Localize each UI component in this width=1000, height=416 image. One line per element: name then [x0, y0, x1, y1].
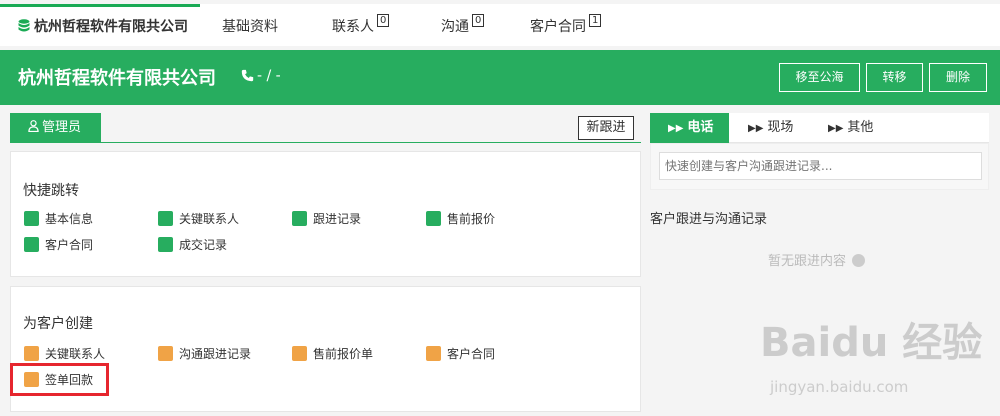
- quick-jump-label: 跟进记录: [313, 212, 362, 226]
- highlight-box: [10, 363, 109, 396]
- quick-create-input[interactable]: [659, 152, 982, 180]
- quick-jump-card: 快捷跳转 基本信息 关键联系人 跟进记录 售前报价 客户合同 成交记录: [10, 151, 641, 277]
- tab-onsite[interactable]: ▶▶ 现场: [748, 113, 793, 143]
- quick-create-box: [650, 143, 989, 190]
- top-tab-bar: 杭州哲程软件有限共公司 基础资料 联系人 0 沟通 0 客户合同 1: [0, 0, 1000, 46]
- quick-jump-customer-contract[interactable]: 客户合同: [24, 237, 93, 253]
- create-label: 售前报价单: [313, 347, 374, 361]
- tab-onsite-label: 现场: [767, 120, 794, 135]
- send-icon: [292, 211, 307, 226]
- watermark-logo: Baidu 经验: [760, 320, 983, 366]
- tab-contracts-label: 客户合同: [530, 19, 586, 35]
- tab-phone-label: 电话: [687, 120, 714, 135]
- quick-jump-deal-records[interactable]: 成交记录: [158, 237, 227, 253]
- follow-type-tab-bar: ▶▶ 电话 ▶▶ 现场 ▶▶ 其他: [650, 113, 989, 143]
- phone-text: - / -: [257, 68, 281, 84]
- send-icon: [24, 211, 39, 226]
- tab-contacts[interactable]: 联系人 0: [332, 4, 390, 46]
- plus-icon: [158, 346, 173, 361]
- quick-jump-basic-info[interactable]: 基本信息: [24, 211, 93, 227]
- owner-tab-bar: 管理员 新跟进: [10, 113, 641, 143]
- send-icon: [24, 237, 39, 252]
- send-icon: [158, 211, 173, 226]
- create-for-customer-title: 为客户创建: [23, 316, 93, 332]
- new-follow-button[interactable]: 新跟进: [578, 116, 634, 140]
- contacts-count-badge: 0: [377, 14, 390, 27]
- database-icon: [18, 19, 30, 32]
- quick-jump-follow-records[interactable]: 跟进记录: [292, 211, 361, 227]
- create-label: 客户合同: [447, 347, 496, 361]
- send-icon: [158, 237, 173, 252]
- phone-info: - / -: [241, 68, 281, 84]
- empty-state-text: 暂无跟进内容: [768, 254, 847, 269]
- arrow-circle-icon: [852, 254, 866, 267]
- tab-owner-admin[interactable]: 管理员: [10, 113, 101, 143]
- quick-jump-label: 关键联系人: [179, 212, 240, 226]
- tab-other[interactable]: ▶▶ 其他: [828, 113, 873, 143]
- transfer-button[interactable]: 转移: [866, 63, 923, 92]
- tab-basic-info-label: 基础资料: [222, 19, 278, 35]
- quick-jump-key-contacts[interactable]: 关键联系人: [158, 211, 239, 227]
- create-communication-record[interactable]: 沟通跟进记录: [158, 346, 251, 362]
- tab-communication[interactable]: 沟通 0: [441, 4, 485, 46]
- owner-tab-label: 管理员: [42, 120, 82, 135]
- move-to-pool-button[interactable]: 移至公海: [779, 63, 860, 92]
- quick-jump-title: 快捷跳转: [23, 183, 79, 199]
- tab-basic-info[interactable]: 基础资料: [222, 4, 278, 46]
- send-icon: [426, 211, 441, 226]
- tab-communication-label: 沟通: [441, 19, 469, 35]
- plus-icon: [426, 346, 441, 361]
- user-icon: [28, 120, 39, 133]
- fast-forward-icon: ▶▶: [748, 123, 764, 134]
- customer-header: 杭州哲程软件有限共公司 - / - 移至公海 转移 删除: [0, 50, 1000, 105]
- company-name: 杭州哲程软件有限共公司: [18, 68, 216, 89]
- create-label: 沟通跟进记录: [179, 347, 252, 361]
- tab-other-label: 其他: [847, 120, 874, 135]
- create-presale-quote[interactable]: 售前报价单: [292, 346, 373, 362]
- quick-jump-label: 客户合同: [45, 238, 94, 252]
- phone-icon: [241, 69, 254, 82]
- delete-button[interactable]: 删除: [929, 63, 987, 92]
- tab-contacts-label: 联系人: [332, 19, 374, 35]
- communication-count-badge: 0: [472, 14, 485, 27]
- quick-jump-label: 售前报价: [447, 212, 496, 226]
- records-title: 客户跟进与沟通记录: [650, 212, 768, 227]
- empty-state: 暂无跟进内容: [768, 250, 866, 269]
- quick-jump-label: 基本信息: [45, 212, 94, 226]
- tab-company[interactable]: 杭州哲程软件有限共公司: [18, 4, 188, 46]
- tab-phone[interactable]: ▶▶ 电话: [650, 113, 729, 143]
- quick-jump-label: 成交记录: [179, 238, 228, 252]
- create-key-contact[interactable]: 关键联系人: [24, 346, 105, 362]
- tab-contracts[interactable]: 客户合同 1: [530, 4, 602, 46]
- plus-icon: [292, 346, 307, 361]
- contracts-count-badge: 1: [589, 14, 602, 27]
- watermark-url: jingyan.baidu.com: [770, 378, 909, 396]
- plus-icon: [24, 346, 39, 361]
- quick-jump-presale-quote[interactable]: 售前报价: [426, 211, 495, 227]
- fast-forward-icon: ▶▶: [668, 123, 684, 134]
- tab-company-label: 杭州哲程软件有限共公司: [34, 19, 188, 35]
- create-label: 关键联系人: [45, 347, 106, 361]
- create-customer-contract[interactable]: 客户合同: [426, 346, 495, 362]
- fast-forward-icon: ▶▶: [828, 123, 844, 134]
